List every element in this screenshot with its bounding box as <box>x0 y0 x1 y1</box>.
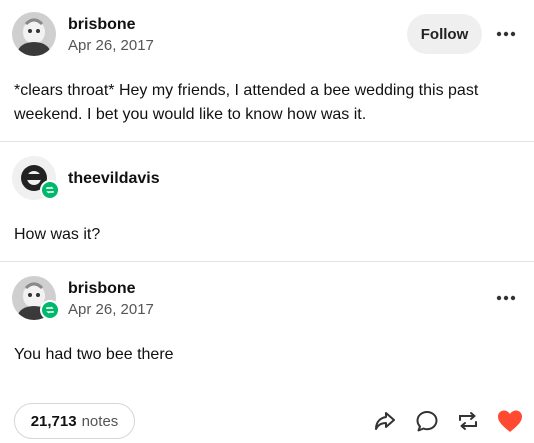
avatar[interactable] <box>12 12 56 56</box>
share-icon[interactable] <box>371 407 399 435</box>
reply-icon[interactable] <box>413 407 441 435</box>
tumblr-post: brisbone Apr 26, 2017 Follow *clears thr… <box>0 0 534 443</box>
divider <box>0 141 534 142</box>
reblog-badge-icon <box>40 180 60 200</box>
post-author-name[interactable]: brisbone <box>68 16 136 34</box>
divider <box>0 261 534 262</box>
reblog-date[interactable]: Apr 26, 2017 <box>68 301 154 318</box>
more-options-icon[interactable] <box>494 22 518 46</box>
reblog-author-name[interactable]: brisbone <box>68 280 136 298</box>
notes-button[interactable]: 21,713 notes <box>14 403 135 439</box>
reblog-body-text: How was it? <box>14 226 101 243</box>
reblog-icon[interactable] <box>454 407 482 435</box>
more-options-icon[interactable] <box>494 286 518 310</box>
notes-count: 21,713 <box>30 412 77 430</box>
notes-label: notes <box>81 412 119 430</box>
reblog-badge-icon <box>40 300 60 320</box>
post-date[interactable]: Apr 26, 2017 <box>68 37 154 54</box>
reblog-body-text: You had two bee there <box>14 346 174 363</box>
follow-button[interactable]: Follow <box>407 14 482 54</box>
reblog-author-name[interactable]: theevildavis <box>68 170 160 188</box>
post-body-text: *clears throat* Hey my friends, I attend… <box>14 82 479 123</box>
like-icon[interactable] <box>496 407 524 435</box>
